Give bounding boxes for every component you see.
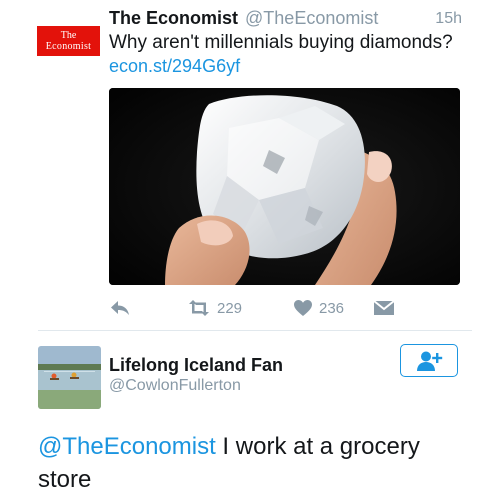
heart-icon — [294, 300, 312, 316]
tweet-link[interactable]: econ.st/294G6yf — [109, 56, 240, 77]
tweet: The Economist The Economist @TheEconomis… — [0, 0, 500, 330]
reply-user-name[interactable]: Lifelong Iceland Fan — [109, 355, 283, 376]
tweet-media[interactable] — [109, 88, 460, 285]
diamond-photo — [109, 88, 460, 285]
direct-message-button[interactable] — [373, 296, 395, 320]
tweet-time: 15h — [435, 10, 462, 27]
reply-icon — [111, 301, 129, 315]
author-name[interactable]: The Economist — [109, 8, 238, 28]
reply-mention-link[interactable]: @TheEconomist — [38, 433, 216, 460]
envelope-icon — [373, 300, 395, 315]
reply-user-handle[interactable]: @CowlonFullerton — [109, 377, 241, 395]
follow-button[interactable] — [400, 344, 458, 377]
tweet-actions: 229 236 — [109, 296, 459, 320]
add-user-icon — [417, 351, 443, 371]
divider — [38, 330, 472, 331]
reply-text: @TheEconomist I work at a grocery store — [38, 430, 468, 496]
retweet-icon — [189, 300, 209, 316]
avatar-logo-line2: Economist — [45, 41, 92, 52]
like-count: 236 — [319, 299, 345, 317]
author-handle[interactable]: @TheEconomist — [245, 8, 378, 28]
like-button[interactable]: 236 — [293, 296, 344, 320]
avatar-logo-line1: The — [60, 30, 77, 41]
tweet-author: The Economist @TheEconomist — [109, 8, 378, 29]
lake-photo — [38, 346, 101, 409]
retweet-count: 229 — [217, 299, 243, 317]
economist-avatar[interactable]: The Economist — [37, 26, 100, 56]
reply-button[interactable] — [109, 296, 131, 320]
reply-user-avatar[interactable] — [38, 346, 101, 409]
retweet-button[interactable]: 229 — [187, 296, 242, 320]
tweet-text: Why aren't millennials buying diamonds? — [109, 32, 453, 53]
